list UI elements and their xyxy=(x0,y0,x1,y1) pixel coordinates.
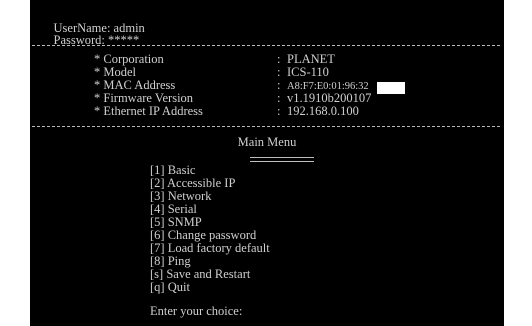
top-separator xyxy=(32,45,500,46)
menu-item-key: [6] xyxy=(150,228,165,242)
menu-item-label: Load factory default xyxy=(167,241,270,255)
choice-prompt[interactable]: Enter your choice: xyxy=(150,305,242,318)
info-label-ip: * Ethernet IP Address xyxy=(94,104,203,118)
menu-item-label: Serial xyxy=(167,202,197,216)
menu-item-label: Change password xyxy=(167,228,257,242)
menu-item-key: [5] xyxy=(150,215,165,229)
menu-item-label: Basic xyxy=(167,163,196,177)
menu-item-key: [2] xyxy=(150,176,165,190)
menu-item-key: [1] xyxy=(150,163,165,177)
menu-title: Main Menu xyxy=(237,135,297,149)
menu-item-key: [8] xyxy=(150,254,165,268)
menu-item-label: Network xyxy=(167,189,212,203)
menu-title-underline xyxy=(250,157,314,162)
menu-item-key: [4] xyxy=(150,202,165,216)
telnet-terminal[interactable]: UserName: admin Password: ***** * Corpor… xyxy=(30,0,504,326)
menu-item-label: SNMP xyxy=(167,215,202,229)
menu-item-key: [3] xyxy=(150,189,165,203)
menu-item-label: Save and Restart xyxy=(166,267,251,281)
menu-item-label: Quit xyxy=(167,280,190,294)
text-cursor-highlight xyxy=(377,82,405,94)
menu-item-label: Accessible IP xyxy=(167,176,236,190)
menu-item-key: [q] xyxy=(150,280,165,294)
menu-item-quit[interactable]: [q] Quit xyxy=(150,281,190,294)
bottom-separator xyxy=(32,126,500,127)
menu-item-label: Ping xyxy=(167,254,191,268)
menu-item-key: [7] xyxy=(150,241,165,255)
menu-item-key: [s] xyxy=(150,267,164,281)
info-value-model: ICS-110 xyxy=(287,65,329,79)
info-value-ip: 192.168.0.100 xyxy=(287,104,359,118)
info-colon-ip: : xyxy=(277,104,281,118)
